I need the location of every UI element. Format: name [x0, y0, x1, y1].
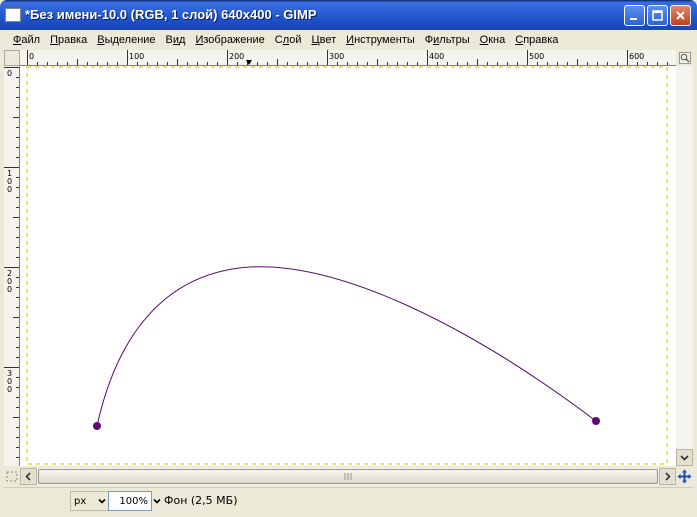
ruler-label: 500 [529, 52, 544, 61]
scroll-down-button[interactable] [676, 449, 693, 466]
menu-colors[interactable]: Цвет [307, 34, 342, 46]
menu-help[interactable]: Справка [510, 34, 563, 46]
scroll-thumb[interactable] [38, 469, 658, 484]
horizontal-ruler[interactable]: 0 100 200 300 400 500 600 [20, 50, 676, 66]
image-canvas[interactable] [20, 66, 676, 466]
maximize-icon [652, 10, 663, 21]
ruler-label: 0 [7, 285, 12, 294]
unit-value: px [74, 495, 87, 507]
maximize-button[interactable] [647, 5, 668, 26]
ruler-label: 100 [129, 52, 144, 61]
navigate-icon [677, 469, 692, 484]
ruler-corner[interactable] [4, 50, 20, 66]
layer-status: Фон (2,5 МБ) [164, 494, 238, 507]
horizontal-ruler-ticks: 0 100 200 300 400 500 600 [27, 50, 668, 65]
zoom-value: 100% [119, 495, 148, 507]
title-bar: *Без имени-10.0 (RGB, 1 слой) 640x400 - … [0, 0, 697, 30]
zoom-input[interactable]: 100% [108, 491, 152, 511]
navigate-button[interactable] [676, 468, 693, 485]
ruler-label: 0 [29, 52, 34, 61]
close-button[interactable] [670, 5, 691, 26]
zoom-icon [678, 52, 691, 64]
layer-boundary [26, 66, 668, 465]
chevron-down-icon [680, 455, 689, 461]
chevron-down-icon [98, 498, 106, 504]
ruler-label: 600 [629, 52, 644, 61]
menu-file[interactable]: Файл [8, 34, 45, 46]
menu-filters[interactable]: Фильтры [420, 34, 475, 46]
menu-layer[interactable]: Слой [270, 34, 307, 46]
ruler-label: 0 [7, 69, 12, 78]
horizontal-scrollbar[interactable] [20, 468, 676, 485]
menu-image[interactable]: Изображение [190, 34, 269, 46]
unit-selector[interactable]: px [70, 491, 110, 511]
status-bar: px 100% Фон (2,5 МБ) [4, 487, 693, 513]
chevron-down-icon [153, 498, 161, 504]
menu-tools[interactable]: Инструменты [341, 34, 420, 46]
pointer-position-marker [246, 60, 252, 65]
zoom-button[interactable] [676, 50, 693, 66]
chevron-right-icon [665, 472, 671, 481]
vertical-ruler[interactable]: 0100200300 [4, 66, 20, 466]
gimp-document-icon [5, 8, 21, 22]
window-title: *Без имени-10.0 (RGB, 1 слой) 640x400 - … [25, 7, 317, 22]
vertical-ruler-ticks: 0100200300 [4, 67, 19, 458]
menu-windows[interactable]: Окна [475, 34, 511, 46]
ruler-label: 0 [7, 185, 12, 194]
zoom-dropdown-button[interactable] [152, 491, 162, 511]
scroll-right-button[interactable] [659, 468, 676, 485]
canvas-drawing [26, 66, 668, 465]
grip-icon [344, 473, 352, 480]
chevron-left-icon [25, 472, 31, 481]
scroll-left-button[interactable] [20, 468, 37, 485]
path-anchor-end[interactable] [592, 417, 600, 425]
bezier-path[interactable] [96, 266, 597, 427]
ruler-label: 200 [229, 52, 244, 61]
minimize-icon [630, 18, 637, 20]
ruler-label: 400 [429, 52, 444, 61]
quick-mask-icon [6, 471, 18, 482]
vertical-scrollbar[interactable] [676, 66, 693, 466]
path-anchor-start[interactable] [93, 422, 101, 430]
quick-mask-toggle[interactable] [4, 468, 20, 485]
minimize-button[interactable] [624, 5, 645, 26]
menu-edit[interactable]: Правка [45, 34, 92, 46]
menu-bar: Файл Правка Выделение Вид Изображение Сл… [4, 30, 693, 50]
ruler-label: 300 [329, 52, 344, 61]
menu-select[interactable]: Выделение [92, 34, 160, 46]
close-icon [676, 11, 685, 20]
menu-view[interactable]: Вид [161, 34, 191, 46]
ruler-label: 0 [7, 385, 12, 394]
